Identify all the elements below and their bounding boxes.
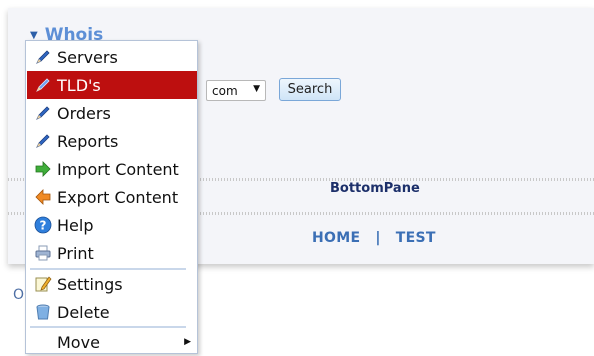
settings-icon [33, 274, 53, 294]
blank-icon [33, 332, 53, 352]
menu-item-label: Delete [57, 302, 110, 322]
menu-item-reports[interactable]: Reports [27, 127, 197, 155]
submenu-arrow-icon: ▶ [184, 337, 191, 347]
svg-text:?: ? [40, 219, 47, 233]
dropdown-arrow-icon: ▼ [253, 84, 260, 94]
pencil-icon [33, 47, 53, 67]
context-menu: Servers TLD's Orders Reports Import Cont… [25, 40, 198, 354]
pencil-icon [33, 131, 53, 151]
tld-select-value: com [212, 83, 238, 98]
arrow-left-icon [33, 187, 53, 207]
menu-item-delete[interactable]: Delete [27, 298, 197, 326]
collapse-triangle-icon: ▼ [30, 29, 38, 41]
menu-item-tlds[interactable]: TLD's [27, 71, 197, 99]
menu-item-label: Help [57, 215, 94, 235]
home-link[interactable]: HOME [312, 230, 360, 246]
footer-links: HOME | TEST [312, 230, 436, 246]
menu-item-move[interactable]: Move ▶ [27, 328, 197, 356]
menu-item-label: Print [57, 243, 94, 263]
menu-item-label: Settings [57, 274, 123, 294]
test-link[interactable]: TEST [396, 230, 436, 246]
search-button[interactable]: Search [279, 78, 341, 101]
menu-item-settings[interactable]: Settings [27, 270, 197, 298]
menu-item-label: Reports [57, 131, 119, 151]
menu-item-label: Servers [57, 47, 118, 67]
menu-item-import-content[interactable]: Import Content [27, 155, 197, 183]
menu-item-orders[interactable]: Orders [27, 99, 197, 127]
menu-item-label: TLD's [57, 75, 101, 95]
footer-separator: | [375, 230, 381, 246]
help-icon: ? [33, 215, 53, 235]
tld-select[interactable]: com ▼ [206, 80, 266, 101]
menu-item-label: Orders [57, 103, 111, 123]
trash-icon [33, 302, 53, 322]
printer-icon [33, 243, 53, 263]
menu-item-label: Export Content [57, 187, 179, 207]
menu-item-export-content[interactable]: Export Content [27, 183, 197, 211]
menu-item-servers[interactable]: Servers [27, 43, 197, 71]
menu-item-help[interactable]: ? Help [27, 211, 197, 239]
bottom-pane-label: BottomPane [330, 181, 420, 196]
pencil-icon [33, 103, 53, 123]
menu-item-print[interactable]: Print [27, 239, 197, 267]
menu-item-label: Import Content [57, 159, 179, 179]
partial-text: O [13, 287, 25, 303]
menu-item-label: Move [57, 332, 100, 352]
pencil-icon [33, 75, 53, 95]
arrow-right-icon [33, 159, 53, 179]
